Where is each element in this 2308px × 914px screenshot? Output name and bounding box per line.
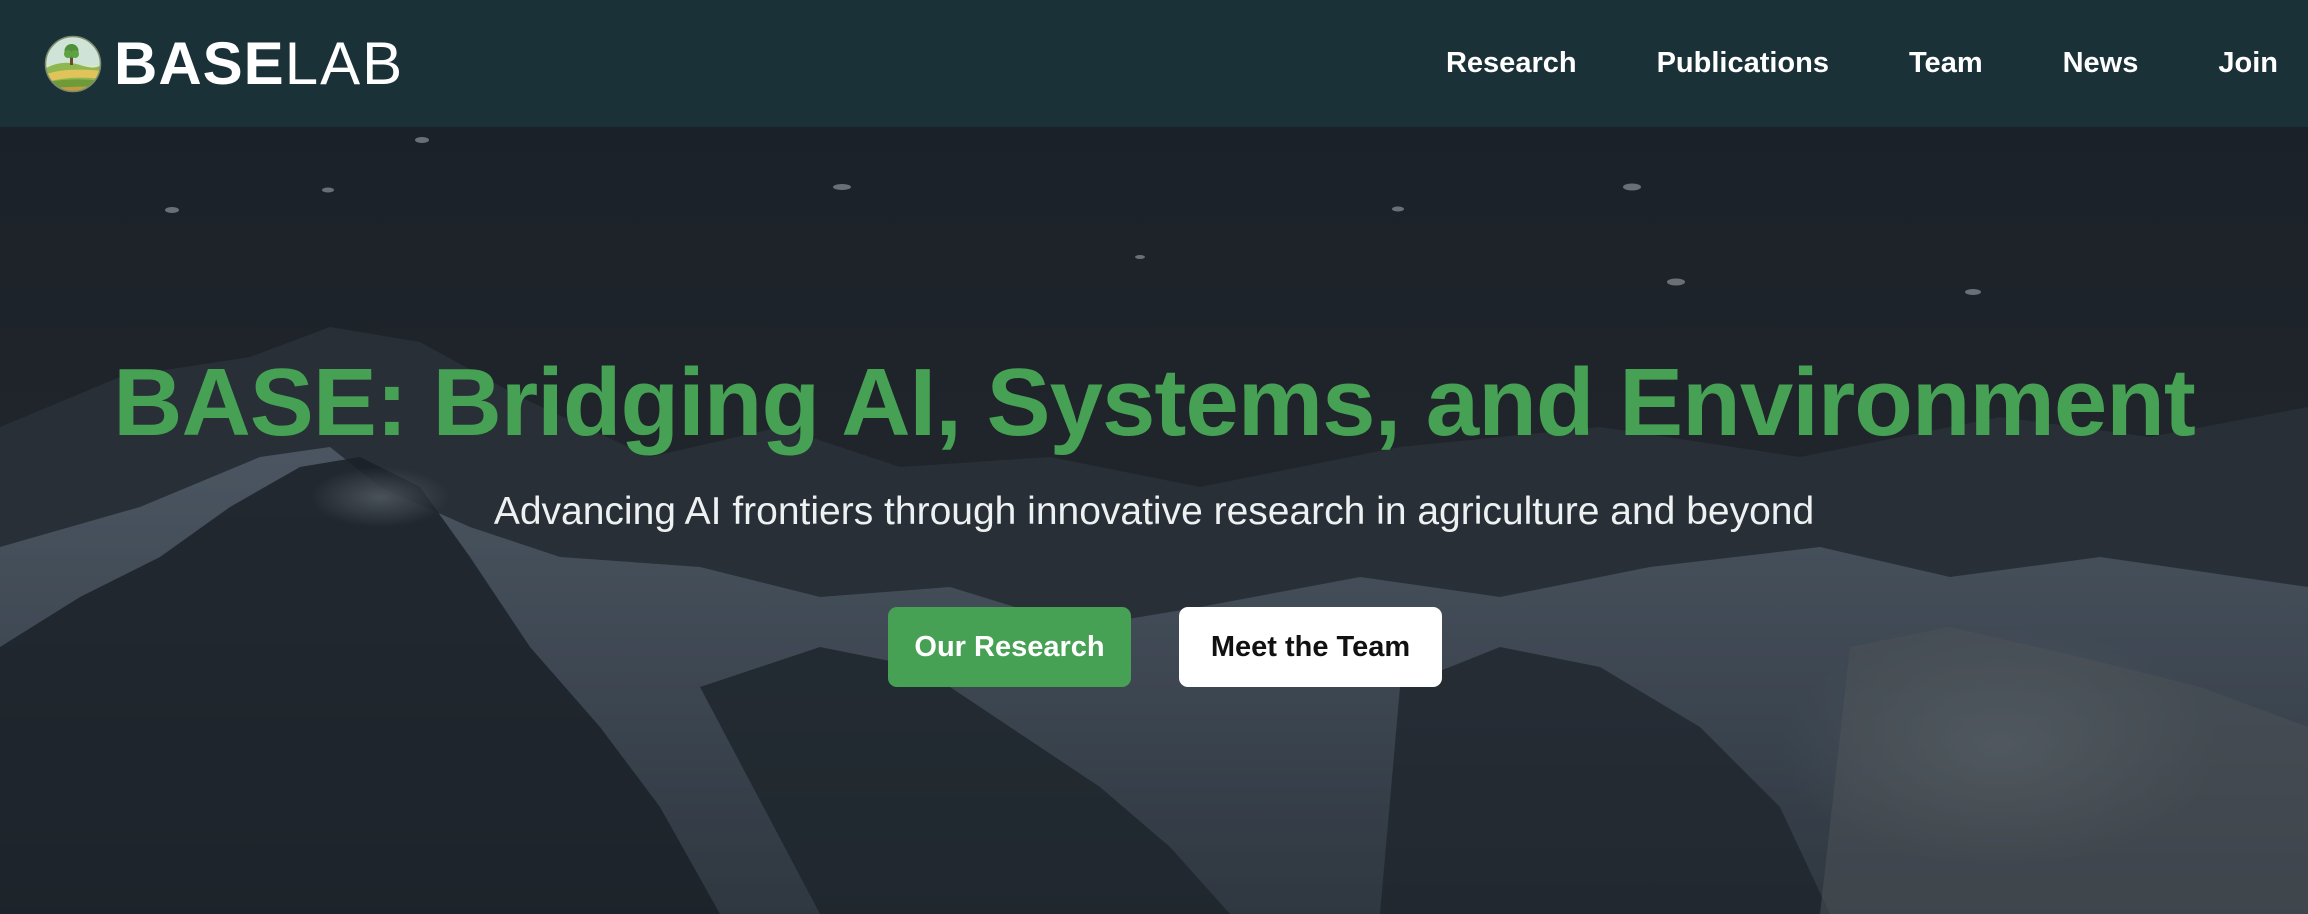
- meet-the-team-button[interactable]: Meet the Team: [1179, 607, 1442, 687]
- farm-landscape-icon: [44, 35, 102, 92]
- hero-subtitle: Advancing AI frontiers through innovativ…: [493, 490, 1815, 533]
- nav-link-publications[interactable]: Publications: [1657, 47, 1829, 80]
- site-header: BASELAB Research Publications Team News …: [0, 0, 2308, 127]
- hero-section: BASE: Bridging AI, Systems, and Environm…: [0, 127, 2308, 914]
- hero-title: BASE: Bridging AI, Systems, and Environm…: [113, 349, 2196, 456]
- our-research-button[interactable]: Our Research: [888, 607, 1131, 687]
- brand-wordmark: BASELAB: [114, 33, 404, 94]
- nav-link-research[interactable]: Research: [1446, 47, 1577, 80]
- page: BASELAB Research Publications Team News …: [0, 0, 2308, 914]
- brand-bold-text: BASE: [114, 29, 285, 97]
- nav-link-team[interactable]: Team: [1909, 47, 1983, 80]
- nav-link-news[interactable]: News: [2063, 47, 2139, 80]
- brand-light-text: LAB: [284, 29, 405, 97]
- brand-home-link[interactable]: BASELAB: [44, 33, 404, 94]
- hero-content: BASE: Bridging AI, Systems, and Environm…: [0, 127, 2308, 914]
- nav-link-join[interactable]: Join: [2218, 47, 2278, 80]
- main-nav: Research Publications Team News Join: [1366, 47, 2278, 80]
